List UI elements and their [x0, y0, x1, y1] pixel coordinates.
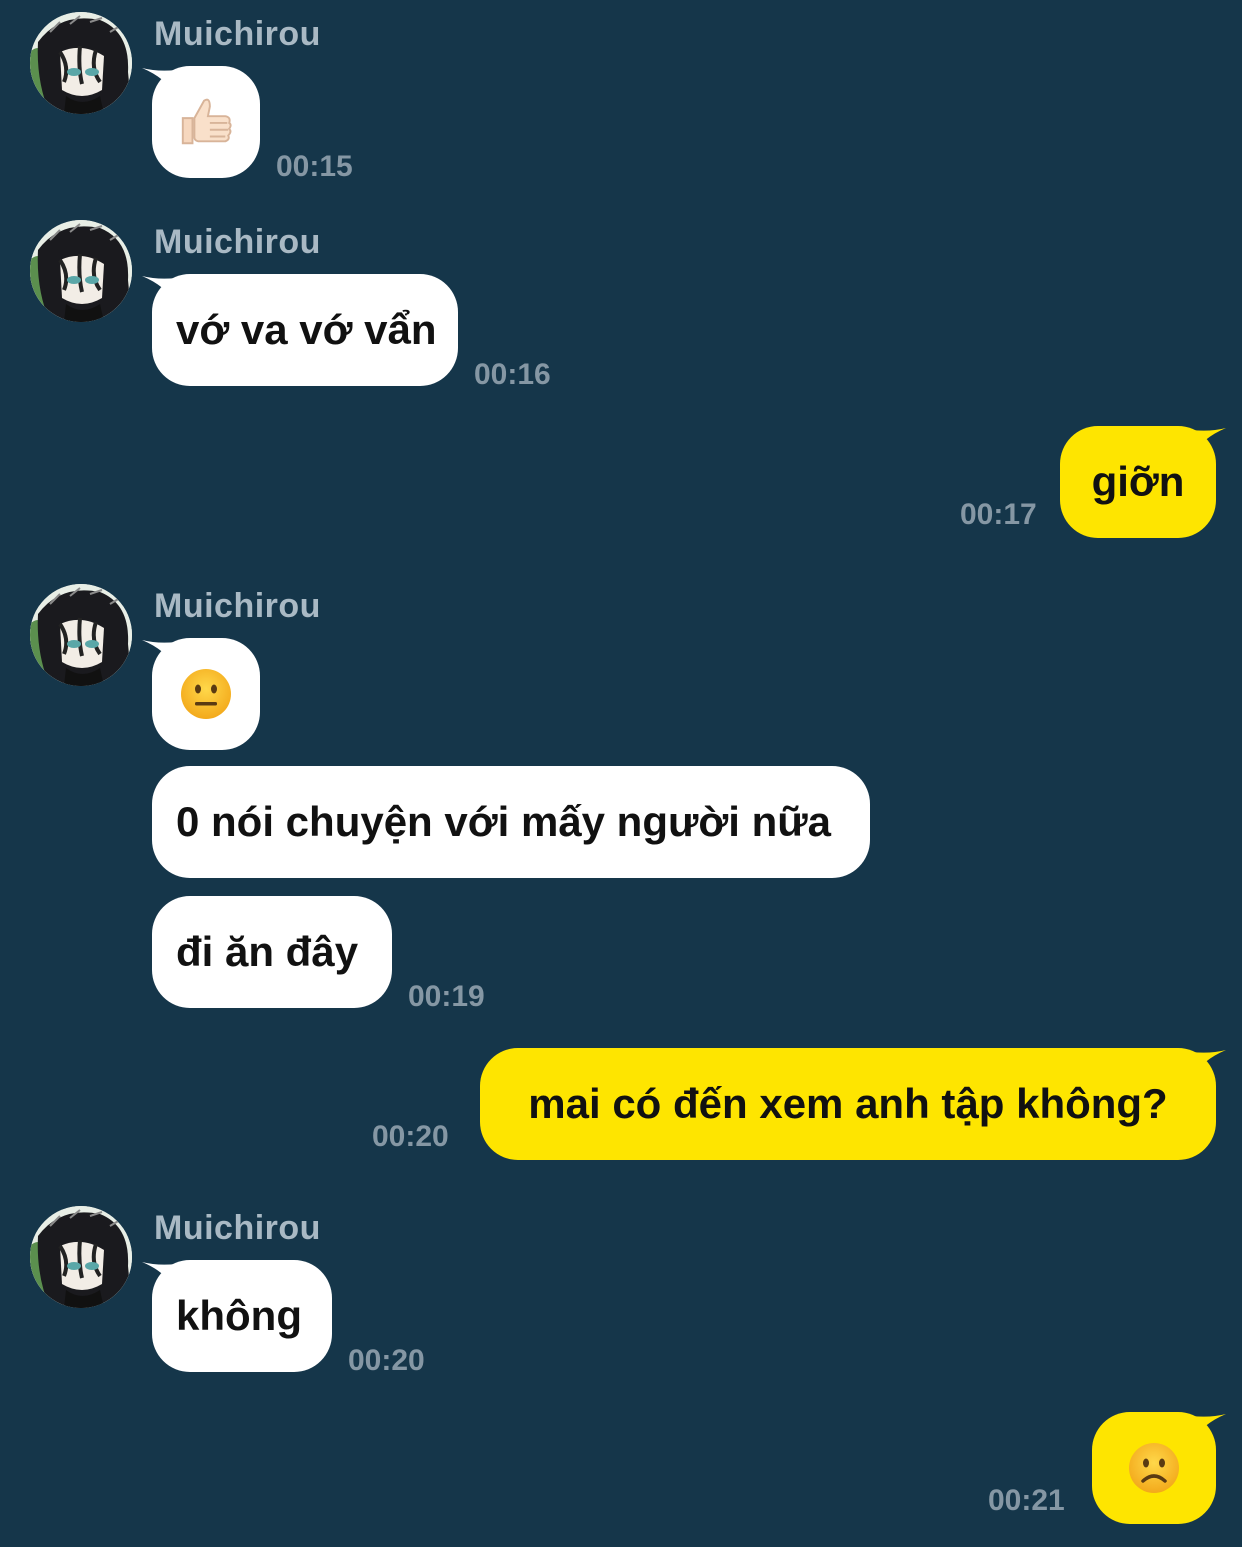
message-bubble[interactable]: vớ va vớ vẩn: [152, 274, 458, 386]
message-bubble[interactable]: [152, 638, 260, 750]
message-bubble[interactable]: mai có đến xem anh tập không?: [480, 1048, 1216, 1160]
message-text: mai có đến xem anh tập không?: [528, 1080, 1168, 1127]
thumbs-up-icon: [181, 98, 232, 145]
bubble-tail: [1192, 428, 1226, 456]
message-time: 00:16: [474, 358, 551, 391]
message-text: không: [176, 1292, 302, 1339]
message-time: 00:21: [988, 1484, 1065, 1517]
anime-avatar-icon: [30, 584, 132, 686]
anime-avatar-icon: [30, 12, 132, 114]
contact-avatar[interactable]: [30, 584, 132, 686]
message-text: giỡn: [1091, 458, 1185, 505]
bubble-tail: [1192, 1414, 1226, 1442]
anime-avatar-icon: [30, 1206, 132, 1308]
bubble-tail: [1192, 1050, 1226, 1078]
contact-avatar[interactable]: [30, 1206, 132, 1308]
message-time: 00:20: [348, 1344, 425, 1377]
sender-name: Muichirou: [154, 587, 321, 625]
message-bubble[interactable]: không: [152, 1260, 332, 1372]
anime-avatar-icon: [30, 220, 132, 322]
contact-avatar[interactable]: [30, 220, 132, 322]
sender-name: Muichirou: [154, 15, 321, 53]
message-bubble[interactable]: đi ăn đây: [152, 896, 392, 1008]
contact-avatar[interactable]: [30, 12, 132, 114]
message-text: vớ va vớ vẩn: [176, 306, 437, 353]
sender-name: Muichirou: [154, 1209, 321, 1247]
neutral-face-icon: [181, 669, 231, 719]
message-text: đi ăn đây: [176, 928, 359, 975]
message-text: 0 nói chuyện với mấy người nữa: [176, 798, 832, 845]
message-bubble[interactable]: [152, 66, 260, 178]
message-time: 00:19: [408, 980, 485, 1013]
message-time: 00:20: [372, 1120, 449, 1153]
message-time: 00:17: [960, 498, 1037, 531]
frowning-face-icon: [1129, 1443, 1179, 1493]
message-bubble[interactable]: 0 nói chuyện với mấy người nữa: [152, 766, 870, 878]
message-time: 00:15: [276, 150, 353, 183]
sender-name: Muichirou: [154, 223, 321, 261]
